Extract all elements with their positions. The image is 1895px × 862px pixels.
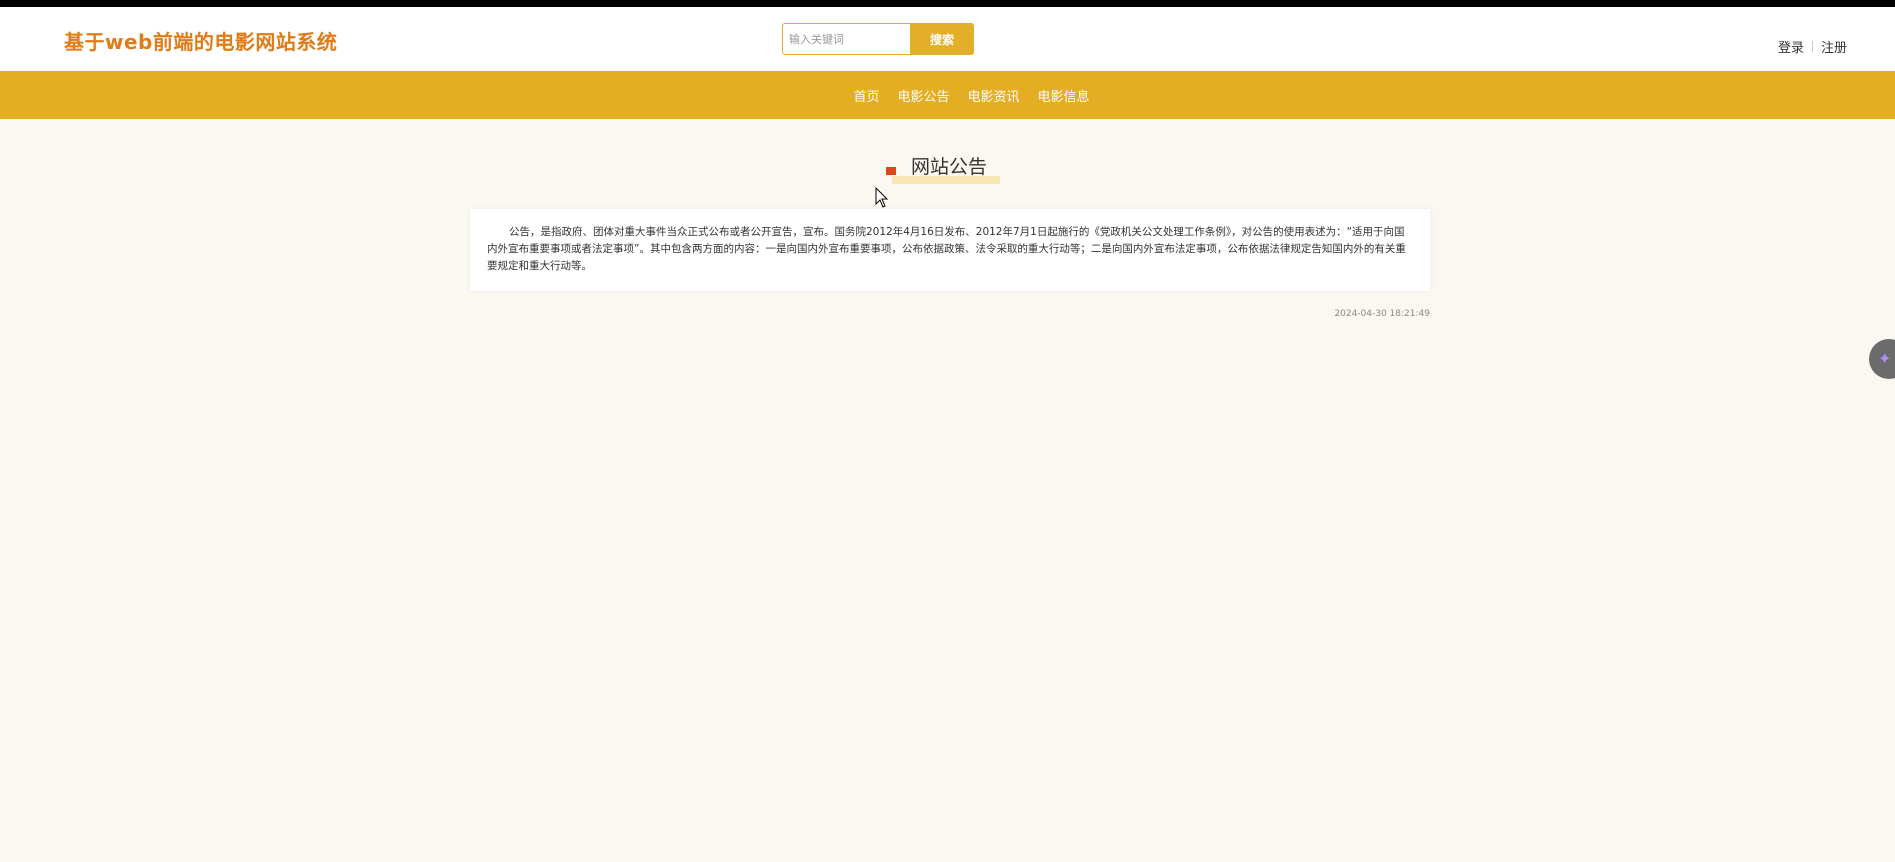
nav-item-movie-info[interactable]: 电影信息 <box>1038 86 1090 105</box>
register-link[interactable]: 注册 <box>1821 37 1847 56</box>
mouse-cursor-icon <box>875 187 889 208</box>
assistant-float-button[interactable]: ✦ <box>1869 339 1895 379</box>
nav-item-movie-news[interactable]: 电影资讯 <box>968 86 1020 105</box>
main-nav: 首页 电影公告 电影资讯 电影信息 <box>0 71 1895 119</box>
notice-body: 公告，是指政府、团体对重大事件当众正式公布或者公开宣告，宣布。国务院2012年4… <box>470 209 1430 291</box>
assistant-float-icon: ✦ <box>1878 349 1892 368</box>
login-link[interactable]: 登录 <box>1778 37 1804 56</box>
auth-divider <box>1811 41 1813 52</box>
nav-item-movie-notice[interactable]: 电影公告 <box>897 86 949 105</box>
crescent-moon-icon <box>38 27 56 53</box>
site-title: 基于web前端的电影网站系统 <box>64 29 338 54</box>
auth-links: 登录 注册 <box>1778 37 1847 56</box>
search-button[interactable]: 搜索 <box>910 23 974 55</box>
notice-timestamp: 2024-04-30 18:21:49 <box>1334 309 1430 319</box>
top-strip <box>0 0 1895 7</box>
site-header: 基于web前端的电影网站系统 搜索 登录 注册 <box>0 7 1895 71</box>
search-bar: 搜索 <box>782 23 974 55</box>
nav-item-home[interactable]: 首页 <box>853 86 879 105</box>
section-heading: 网站公告 <box>886 152 1006 188</box>
heading-marker <box>886 167 896 175</box>
search-input[interactable] <box>782 23 910 55</box>
site-logo[interactable]: 基于web前端的电影网站系统 <box>32 25 337 55</box>
page-title: 网站公告 <box>911 156 988 178</box>
